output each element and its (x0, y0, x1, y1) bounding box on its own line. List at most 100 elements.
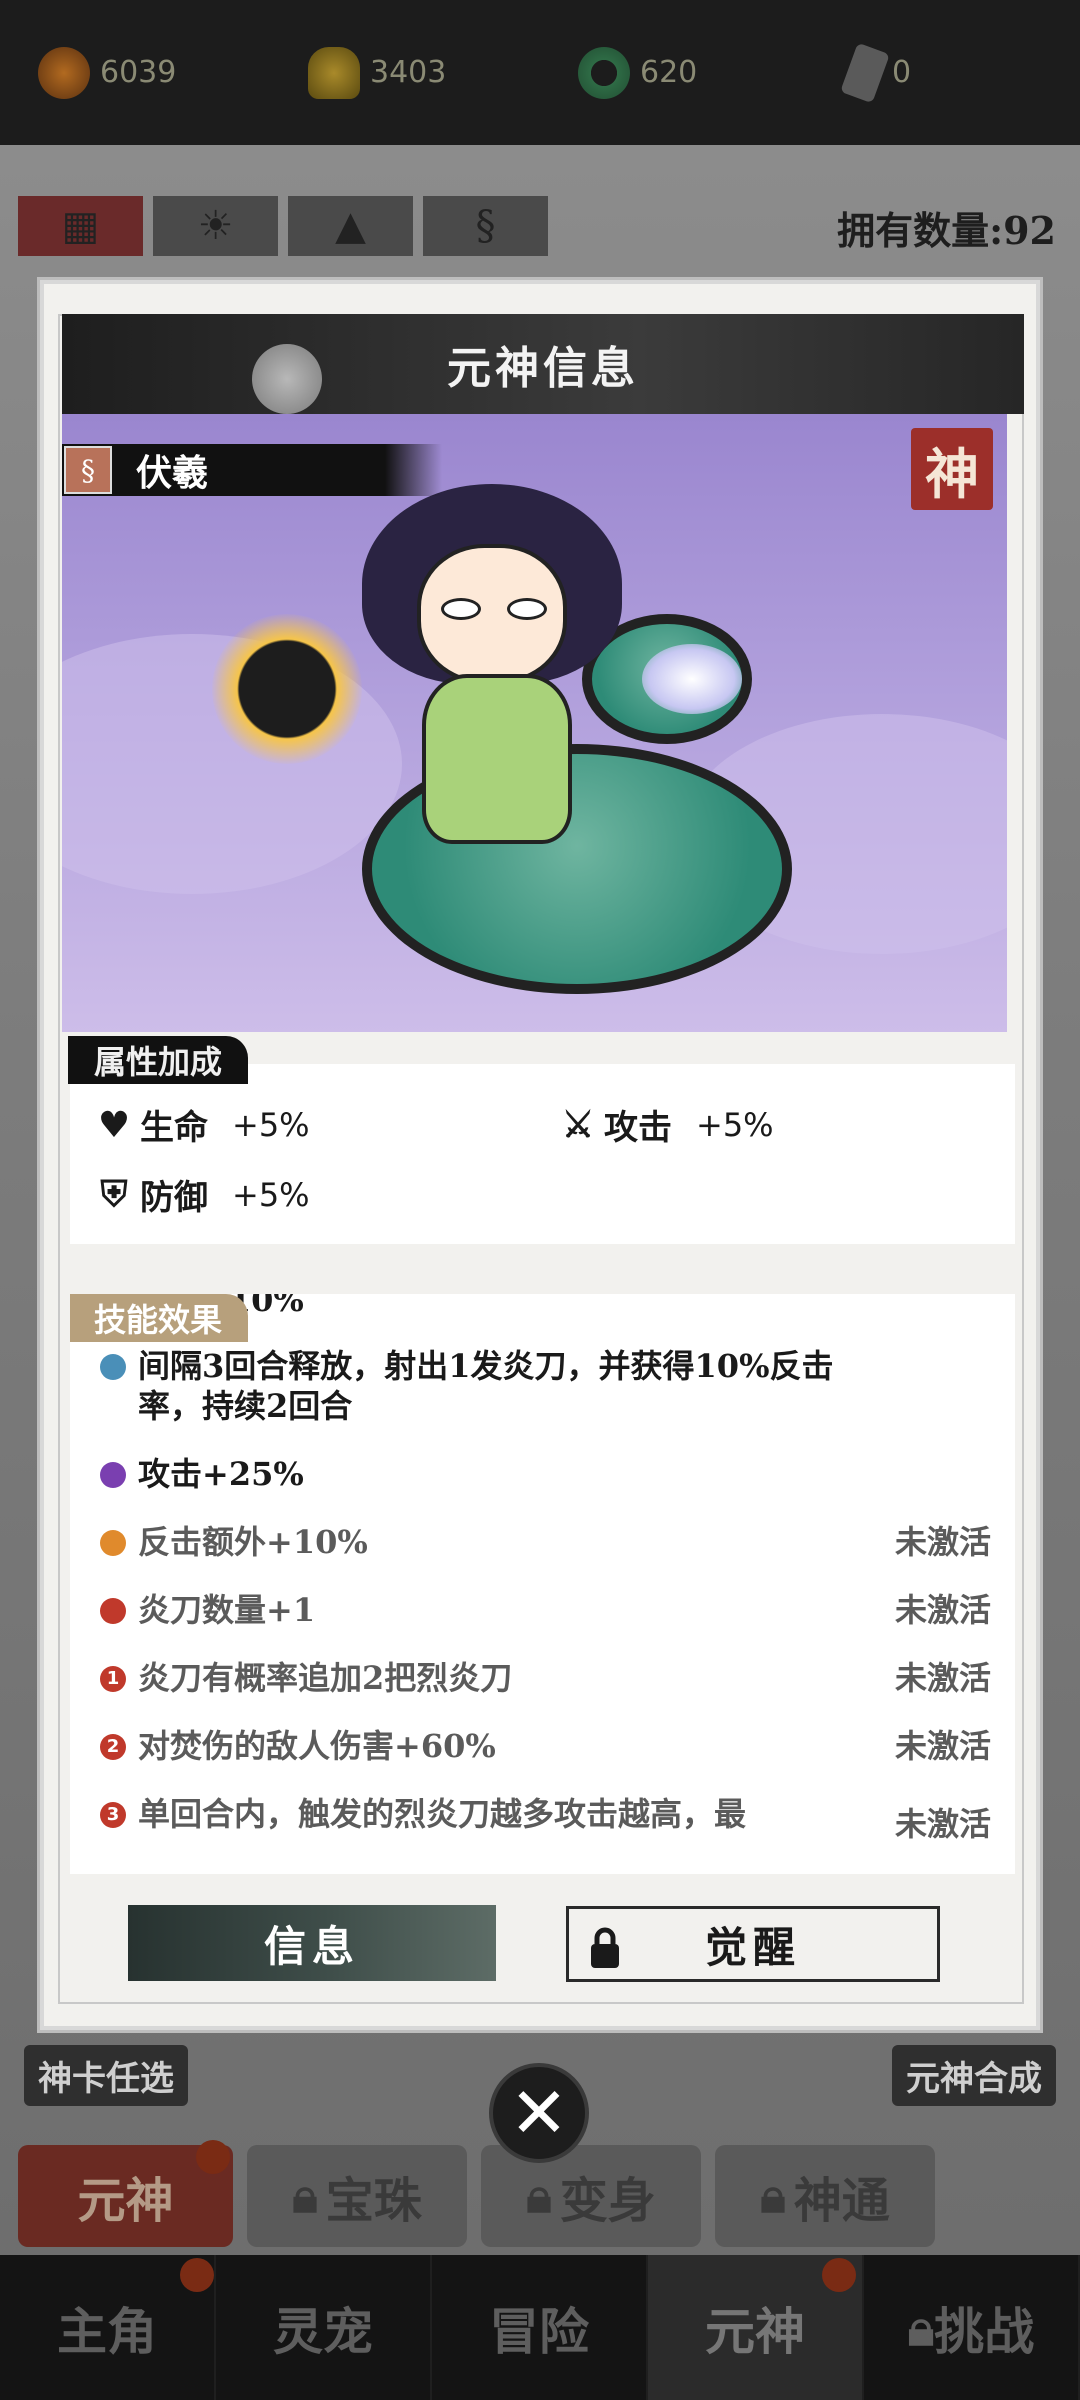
tab-dragon[interactable]: § (423, 196, 548, 256)
lock-icon: 🔒︎ (760, 2167, 786, 2224)
subtab-power[interactable]: 🔒︎ 神通 (715, 2145, 935, 2247)
tab-sun[interactable]: ☀ (153, 196, 278, 256)
notification-dot (822, 2258, 856, 2292)
resource-value: 620 (640, 55, 698, 90)
skill-text: 间隔3回合释放，射出1发炎刀，并获得10%反击率，持续2回合 (138, 1347, 834, 1425)
close-icon: ✕ (509, 2072, 569, 2154)
nav-label: 主角 (57, 2301, 157, 2361)
skill-list: 攻击+10% 间隔3回合释放，射出1发炎刀，并获得10%反击率，持续2回合 攻击… (70, 1294, 1015, 1858)
resource-bar: 6039 3403 620 0 (0, 0, 1080, 145)
modal-title: 元神信息 (447, 343, 639, 394)
skill-item: 反击额外+10% 未激活 (70, 1508, 1015, 1576)
skill-dot (100, 1598, 126, 1624)
dragon-icon: § (475, 203, 496, 249)
hero-name: 伏羲 (136, 452, 209, 494)
nav-label: 冒险 (489, 2301, 589, 2361)
skill-item: 3 单回合内，触发的烈炎刀越多攻击越高，最 未激活 (70, 1780, 1015, 1858)
resource-value: 3403 (370, 55, 447, 90)
hero-name-banner: § 伏羲 (62, 444, 442, 496)
skill-text: 炎刀有概率追加2把烈炎刀 (138, 1659, 513, 1697)
skill-text: 单回合内，触发的烈炎刀越多攻击越高，最 (138, 1795, 747, 1833)
skill-item: 1 炎刀有概率追加2把烈炎刀 未激活 (70, 1644, 1015, 1712)
sub-tabs: 元神 🔒︎ 宝珠 🔒︎ 变身 🔒︎ 神通 (18, 2145, 935, 2247)
nav-challenge[interactable]: 🔒︎ 挑战 (864, 2255, 1080, 2400)
attribute-defense: ⛨ 防御 +5% (94, 1170, 310, 1219)
skill-text: 攻击+25% (138, 1455, 304, 1493)
lock-icon (591, 1927, 619, 1968)
nav-pet[interactable]: 灵宠 (216, 2255, 432, 2400)
lock-icon: 🔒︎ (292, 2167, 318, 2224)
skill-panel[interactable]: 攻击+10% 间隔3回合释放，射出1发炎刀，并获得10%反击率，持续2回合 攻击… (70, 1294, 1015, 1874)
fire-icon (38, 46, 90, 99)
skill-status: 未激活 (894, 1659, 991, 1697)
skill-item: 攻击+25% (70, 1440, 1015, 1508)
skill-number-badge: 2 (100, 1734, 126, 1760)
attribute-panel: 属性加成 ♥ 生命 +5% ⚔ 攻击 +5% ⛨ 防御 +5% (68, 1036, 1015, 1244)
attribute-value: +5% (232, 1175, 310, 1214)
nav-label: 挑战 (934, 2301, 1035, 2361)
hero-eye (507, 598, 547, 620)
attribute-hp: ♥ 生命 +5% (94, 1100, 310, 1149)
lock-icon: 🔒︎ (526, 2167, 552, 2224)
modal-header: 元神信息 (62, 314, 1024, 414)
attribute-attack: ⚔ 攻击 +5% (558, 1100, 774, 1149)
nav-label: 灵宠 (273, 2301, 373, 2361)
subtab-label: 宝珠 (325, 2173, 422, 2229)
awaken-button[interactable]: 觉醒 (566, 1906, 940, 1982)
shield-icon: ⛨ (100, 1173, 128, 1215)
hero-eye (441, 598, 481, 620)
hero-figure (362, 484, 622, 864)
sword-icon: ⚔ (561, 1103, 595, 1146)
gold-ingot-icon (308, 46, 360, 99)
attribute-title: 属性加成 (68, 1036, 249, 1084)
subtab-label: 元神 (77, 2173, 174, 2229)
subtab-label: 神通 (793, 2173, 890, 2229)
subtab-pearl[interactable]: 🔒︎ 宝珠 (247, 2145, 467, 2247)
nav-adventure[interactable]: 冒险 (432, 2255, 648, 2400)
resource-gold: 3403 (308, 46, 540, 99)
nav-label: 元神 (705, 2301, 805, 2361)
owned-count: 拥有数量:92 (837, 208, 1056, 253)
skill-title: 技能效果 (70, 1294, 249, 1342)
dragon-type-icon: § (64, 446, 112, 494)
notification-dot (196, 2140, 230, 2174)
resource-token: 0 (840, 42, 1080, 103)
attribute-value: +5% (696, 1105, 774, 1144)
skill-status: 未激活 (894, 1523, 991, 1561)
lock-icon: 🔒︎ (907, 2297, 935, 2357)
skill-text: 反击额外+10% (138, 1523, 368, 1561)
tab-mountain[interactable]: ▲ (288, 196, 413, 256)
attribute-label: 防御 (140, 1178, 208, 1218)
resource-fire: 6039 (38, 46, 270, 99)
rarity-seal: 神 (911, 428, 993, 510)
skill-text: 对焚伤的敌人伤害+60% (138, 1727, 496, 1765)
skill-number-badge: 1 (100, 1666, 126, 1692)
hero-face (417, 544, 567, 684)
info-button[interactable]: 信息 (128, 1905, 496, 1981)
skill-dot (100, 1530, 126, 1556)
sun-icon: ☀ (197, 203, 234, 249)
close-button[interactable]: ✕ (489, 2063, 589, 2163)
subtab-transform[interactable]: 🔒︎ 变身 (481, 2145, 701, 2247)
spirit-merge-button[interactable]: 元神合成 (892, 2045, 1056, 2106)
card-select-button[interactable]: 神卡任选 (24, 2045, 188, 2106)
skill-item: 炎刀数量+1 未激活 (70, 1576, 1015, 1644)
resource-jade: 620 (578, 46, 810, 99)
bottom-navigation: 主角 灵宠 冒险 元神 🔒︎ 挑战 (0, 2255, 1080, 2400)
yin-yang-orb (212, 614, 362, 764)
moon-decoration (252, 344, 322, 414)
info-button-label: 信息 (263, 1921, 360, 1971)
skill-dot (100, 1354, 126, 1380)
resource-value: 6039 (100, 55, 177, 90)
skill-status: 未激活 (894, 1591, 991, 1629)
attribute-label: 攻击 (604, 1108, 672, 1148)
spirit-wisp (642, 644, 742, 714)
tab-all[interactable]: ▦ (18, 196, 143, 256)
grid-icon: ▦ (61, 203, 100, 249)
skill-text: 炎刀数量+1 (138, 1591, 316, 1629)
heart-icon: ♥ (97, 1103, 131, 1146)
jade-ring-icon (578, 46, 630, 99)
skill-dot (100, 1462, 126, 1488)
skill-item: 间隔3回合释放，射出1发炎刀，并获得10%反击率，持续2回合 (70, 1332, 1015, 1440)
resource-value: 0 (892, 55, 912, 90)
